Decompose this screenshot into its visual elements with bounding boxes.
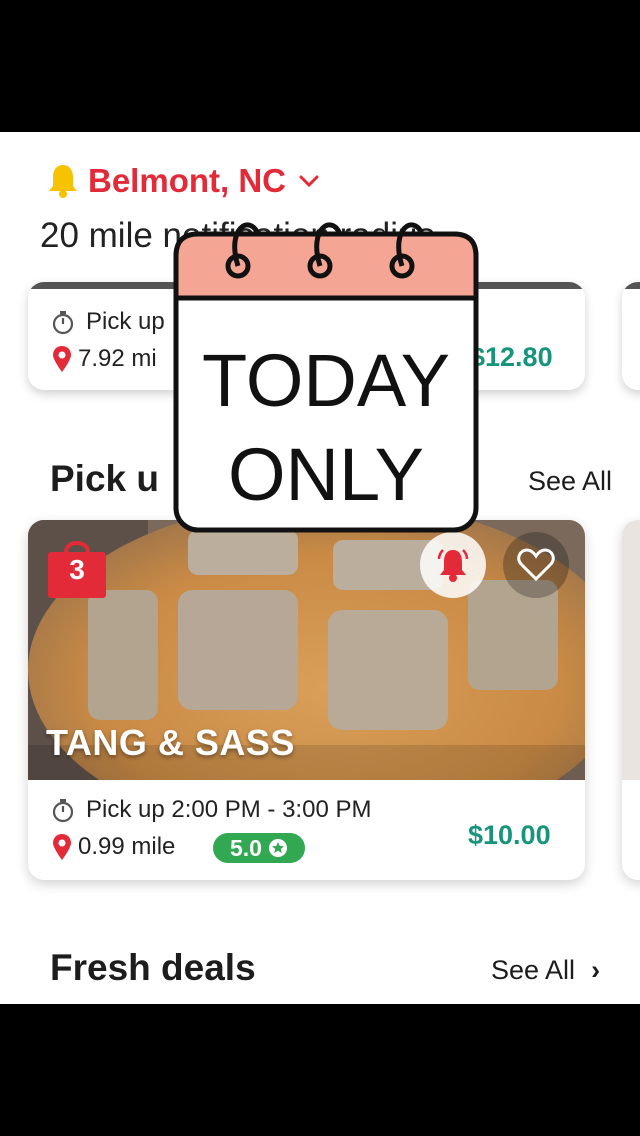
sticker-line2: ONLY <box>228 433 424 516</box>
fresh-section-title: Fresh deals <box>50 947 256 988</box>
top-pickup-row: Pick up <box>50 308 165 336</box>
location-selector[interactable]: Belmont, NC <box>46 162 320 200</box>
top-pickup-text: Pick up <box>86 308 165 335</box>
calendar-sticker: TODAY ONLY <box>173 222 479 533</box>
star-icon <box>268 839 287 857</box>
sticker-line1: TODAY <box>202 339 450 422</box>
location-city: Belmont, NC <box>88 162 286 199</box>
chevron-down-icon <box>299 175 319 188</box>
rating-badge: 5.0 <box>213 833 305 863</box>
bell-icon <box>49 165 77 198</box>
top-distance-row: 7.92 mi <box>52 345 157 373</box>
stopwatch-icon <box>52 311 74 335</box>
top-distance-text: 7.92 mi <box>78 345 157 372</box>
app-screen: Belmont, NC 20 mile notification radius … <box>0 132 640 1004</box>
rating-value: 5.0 <box>230 834 262 861</box>
fresh-see-all-label: See All <box>491 955 576 985</box>
main-distance-text: 0.99 mile <box>78 833 176 860</box>
deal-card-next[interactable] <box>622 282 640 390</box>
pickup-see-all-link[interactable]: See All <box>528 466 612 497</box>
heart-icon <box>517 548 555 582</box>
deal-card-main-next[interactable] <box>622 520 640 880</box>
bag-count: 3 <box>69 554 85 585</box>
pickup-section-title: Pick u <box>50 458 159 499</box>
main-pickup-row: Pick up 2:00 PM - 3:00 PM <box>50 796 371 824</box>
pin-icon <box>53 346 71 372</box>
notify-button[interactable] <box>420 532 486 598</box>
fresh-see-all-link[interactable]: See All › <box>491 955 600 986</box>
chevron-right-icon: › <box>591 955 601 985</box>
main-price: $10.00 <box>468 820 551 850</box>
pin-icon <box>53 834 71 860</box>
stopwatch-icon <box>52 799 74 823</box>
notification-bell-icon <box>437 549 469 582</box>
store-name: TANG & SASS <box>46 722 295 763</box>
main-pickup-text: Pick up 2:00 PM - 3:00 PM <box>86 796 372 823</box>
favorite-button[interactable] <box>503 532 569 598</box>
main-distance-row: 0.99 mile <box>52 833 175 861</box>
deal-card-main[interactable]: 3 TANG & SASS Pick up 2:00 PM - 3:00 PM <box>28 520 585 880</box>
